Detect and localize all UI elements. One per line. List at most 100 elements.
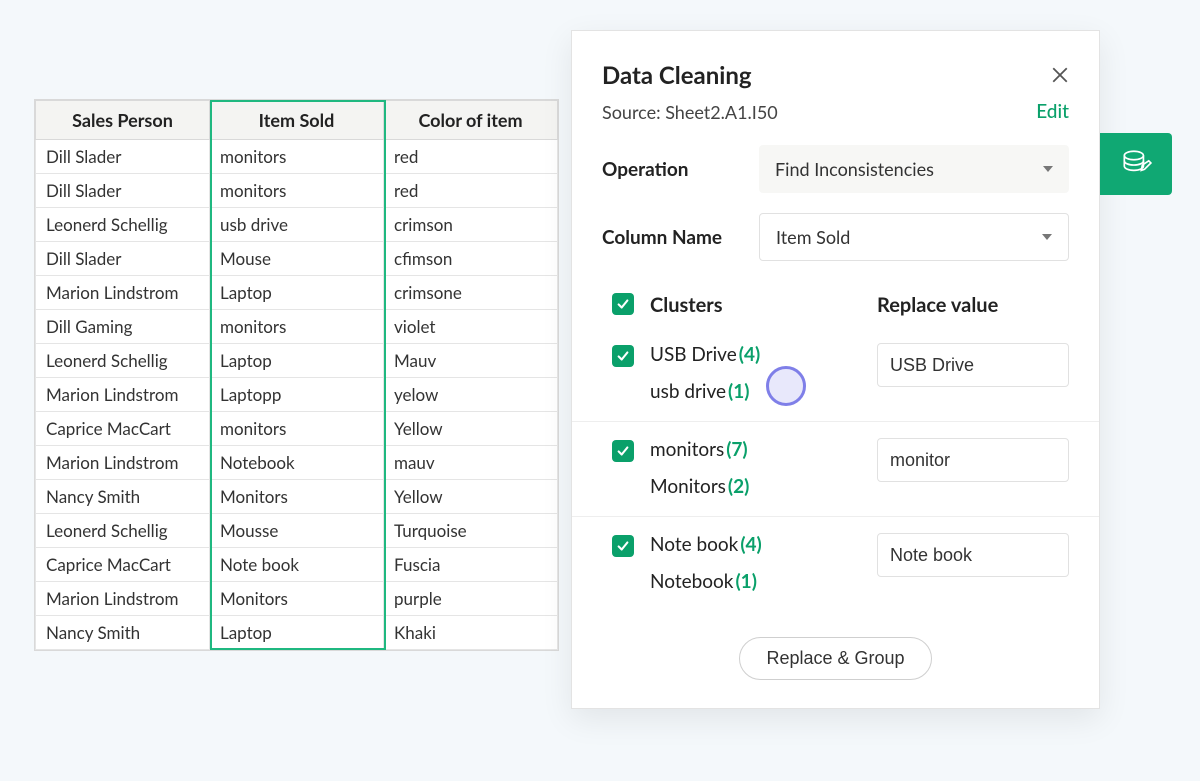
clusters-master-checkbox[interactable]: [612, 293, 634, 315]
table-row[interactable]: Dill SladerMousecfimson: [36, 242, 558, 276]
table-cell[interactable]: violet: [384, 310, 558, 344]
table-cell[interactable]: Khaki: [384, 616, 558, 650]
table-row[interactable]: Caprice MacCartNote bookFuscia: [36, 548, 558, 582]
table-cell[interactable]: monitors: [210, 174, 384, 208]
source-text: Source: Sheet2.A1.I50: [602, 101, 778, 123]
table-row[interactable]: Nancy SmithLaptopKhaki: [36, 616, 558, 650]
clusters-heading: Clusters: [650, 293, 877, 317]
table-cell[interactable]: Nancy Smith: [36, 616, 210, 650]
table-cell[interactable]: Notebook: [210, 446, 384, 480]
table-cell[interactable]: Leonerd Schellig: [36, 514, 210, 548]
table-cell[interactable]: Dill Slader: [36, 242, 210, 276]
replace-value-input[interactable]: [877, 533, 1069, 577]
cluster-variant-count: (2): [728, 475, 749, 498]
table-cell[interactable]: Laptopp: [210, 378, 384, 412]
cluster-checkbox[interactable]: [612, 440, 634, 462]
cluster-variant-count: (7): [726, 438, 747, 461]
cluster-variant-name: Note book: [650, 533, 738, 556]
table-header-row: Sales Person Item Sold Color of item: [36, 101, 558, 140]
table-row[interactable]: Leonerd SchelligMousseTurquoise: [36, 514, 558, 548]
table-cell[interactable]: red: [384, 174, 558, 208]
table-row[interactable]: Marion LindstromNotebookmauv: [36, 446, 558, 480]
column-name-label: Column Name: [602, 226, 722, 249]
cluster-variant-name: USB Drive: [650, 343, 737, 366]
cluster-variant: Notebook (1): [650, 570, 877, 593]
table-cell[interactable]: mauv: [384, 446, 558, 480]
table-cell[interactable]: cfimson: [384, 242, 558, 276]
cluster-variant: USB Drive (4): [650, 343, 877, 366]
table-row[interactable]: Marion LindstromLaptopcrimsone: [36, 276, 558, 310]
operation-select[interactable]: Find Inconsistencies: [759, 145, 1069, 193]
cluster-checkbox[interactable]: [612, 345, 634, 367]
table-cell[interactable]: usb drive: [210, 208, 384, 242]
close-icon[interactable]: [1051, 65, 1069, 87]
replace-value-input[interactable]: [877, 438, 1069, 482]
table-row[interactable]: Marion LindstromMonitorspurple: [36, 582, 558, 616]
table-cell[interactable]: Marion Lindstrom: [36, 276, 210, 310]
table-cell[interactable]: monitors: [210, 412, 384, 446]
table-cell[interactable]: Dill Slader: [36, 174, 210, 208]
table-cell[interactable]: Yellow: [384, 412, 558, 446]
panel-title: Data Cleaning: [602, 61, 752, 90]
table-row[interactable]: Dill Sladermonitorsred: [36, 174, 558, 208]
table-cell[interactable]: Laptop: [210, 276, 384, 310]
table-cell[interactable]: Leonerd Schellig: [36, 208, 210, 242]
table-cell[interactable]: Dill Gaming: [36, 310, 210, 344]
cluster-variant-name: Notebook: [650, 570, 733, 593]
cluster-variant-count: (4): [739, 343, 760, 366]
table-row[interactable]: Leonerd SchelligLaptopMauv: [36, 344, 558, 378]
table-cell[interactable]: Caprice MacCart: [36, 548, 210, 582]
table-row[interactable]: Leonerd Schelligusb drivecrimson: [36, 208, 558, 242]
table-cell[interactable]: red: [384, 140, 558, 174]
operation-label: Operation: [602, 158, 688, 181]
table-cell[interactable]: Leonerd Schellig: [36, 344, 210, 378]
table-cell[interactable]: monitors: [210, 140, 384, 174]
data-cleaning-panel: Data Cleaning Source: Sheet2.A1.I50 Edit…: [571, 30, 1100, 709]
table-cell[interactable]: Nancy Smith: [36, 480, 210, 514]
cluster-row: Note book (4) Notebook (1): [572, 516, 1099, 611]
cluster-variant: Note book (4): [650, 533, 877, 556]
table-cell[interactable]: Mousse: [210, 514, 384, 548]
replace-value-input[interactable]: [877, 343, 1069, 387]
table-cell[interactable]: Mauv: [384, 344, 558, 378]
table-cell[interactable]: Marion Lindstrom: [36, 378, 210, 412]
cluster-variant: usb drive (1): [650, 380, 877, 403]
col-header[interactable]: Sales Person: [36, 101, 210, 140]
table-cell[interactable]: purple: [384, 582, 558, 616]
col-header[interactable]: Color of item: [384, 101, 558, 140]
table-cell[interactable]: Marion Lindstrom: [36, 446, 210, 480]
cluster-variant-count: (4): [740, 533, 761, 556]
table-cell[interactable]: Fuscia: [384, 548, 558, 582]
replace-value-heading: Replace value: [877, 293, 1069, 317]
column-name-select[interactable]: Item Sold: [759, 213, 1069, 261]
table-cell[interactable]: Turquoise: [384, 514, 558, 548]
table-cell[interactable]: Mouse: [210, 242, 384, 276]
table-cell[interactable]: monitors: [210, 310, 384, 344]
cluster-checkbox[interactable]: [612, 535, 634, 557]
table-cell[interactable]: Monitors: [210, 480, 384, 514]
table-cell[interactable]: Caprice MacCart: [36, 412, 210, 446]
table-cell[interactable]: Marion Lindstrom: [36, 582, 210, 616]
cluster-variant-name: Monitors: [650, 475, 726, 498]
table-cell[interactable]: Note book: [210, 548, 384, 582]
table-cell[interactable]: Laptop: [210, 616, 384, 650]
table-cell[interactable]: Laptop: [210, 344, 384, 378]
table-row[interactable]: Nancy SmithMonitorsYellow: [36, 480, 558, 514]
cluster-variant: Monitors (2): [650, 475, 877, 498]
replace-and-group-button[interactable]: Replace & Group: [739, 637, 931, 680]
table-cell[interactable]: yelow: [384, 378, 558, 412]
table-cell[interactable]: crimsone: [384, 276, 558, 310]
table-cell[interactable]: crimson: [384, 208, 558, 242]
table-cell[interactable]: Yellow: [384, 480, 558, 514]
edit-source-link[interactable]: Edit: [1036, 100, 1069, 123]
col-header[interactable]: Item Sold: [210, 101, 384, 140]
table-row[interactable]: Dill Sladermonitorsred: [36, 140, 558, 174]
table-row[interactable]: Caprice MacCartmonitorsYellow: [36, 412, 558, 446]
cluster-variant: monitors (7): [650, 438, 877, 461]
table-row[interactable]: Dill Gamingmonitorsviolet: [36, 310, 558, 344]
table-cell[interactable]: Dill Slader: [36, 140, 210, 174]
data-cleaning-tab-icon[interactable]: [1100, 133, 1172, 195]
cluster-variant-count: (1): [735, 570, 756, 593]
table-row[interactable]: Marion LindstromLaptoppyelow: [36, 378, 558, 412]
table-cell[interactable]: Monitors: [210, 582, 384, 616]
